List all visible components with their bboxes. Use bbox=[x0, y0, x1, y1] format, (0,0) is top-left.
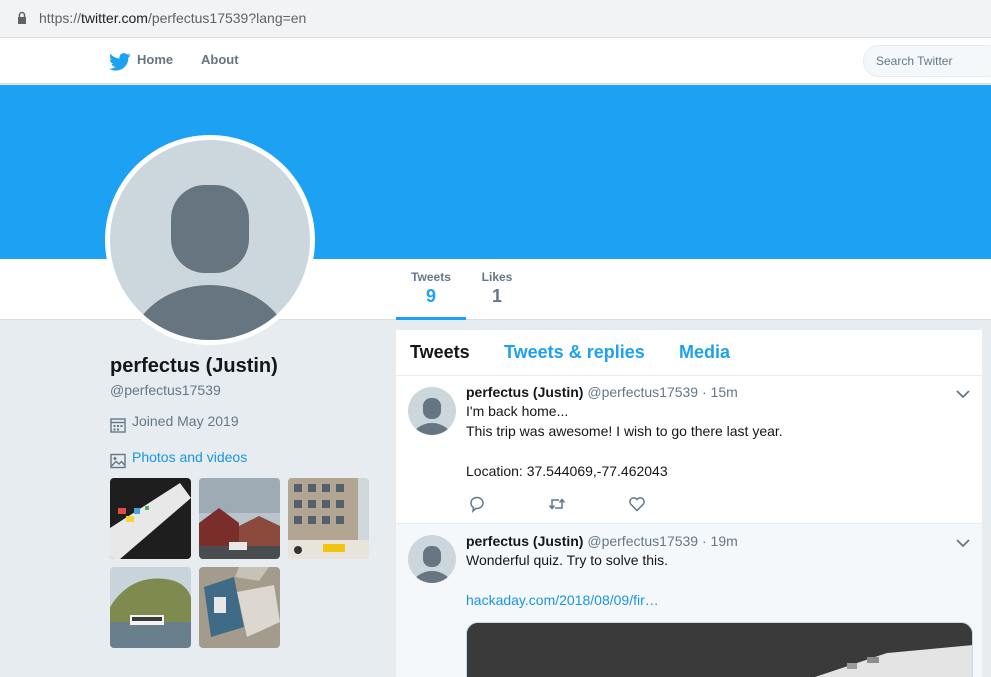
search-input[interactable]: Search Twitter bbox=[863, 45, 991, 77]
tweet-media-image[interactable] bbox=[466, 622, 973, 677]
tweet-author-handle[interactable]: @perfectus17539 bbox=[587, 533, 698, 549]
tweet-avatar[interactable] bbox=[408, 387, 456, 435]
stat-likes-value: 1 bbox=[491, 286, 502, 306]
joined-date: Joined May 2019 bbox=[132, 413, 239, 429]
tweet-header: perfectus (Justin) @perfectus17539 · 19m bbox=[466, 533, 738, 549]
url-path: /perfectus17539?lang=en bbox=[147, 10, 307, 26]
tweet-header: perfectus (Justin) @perfectus17539 · 15m bbox=[466, 384, 738, 400]
tweet-text: I'm back home... This trip was awesome! … bbox=[466, 403, 783, 479]
profile-avatar[interactable] bbox=[105, 135, 315, 345]
profile-handle[interactable]: @perfectus17539 bbox=[110, 382, 221, 398]
tweet-author-handle[interactable]: @perfectus17539 bbox=[587, 384, 698, 400]
stat-likes[interactable]: Likes 1 bbox=[470, 270, 524, 307]
tab-media[interactable]: Media bbox=[679, 342, 730, 363]
photos-videos-link[interactable]: Photos and videos bbox=[132, 449, 247, 465]
tweet-avatar[interactable] bbox=[408, 535, 456, 583]
tweet-item[interactable]: perfectus (Justin) @perfectus17539 · 15m… bbox=[396, 376, 982, 524]
top-nav: Home About Search Twitter bbox=[0, 38, 991, 84]
photo-thumbnail[interactable] bbox=[110, 478, 191, 559]
url-scheme: https:// bbox=[39, 10, 82, 26]
photo-thumbnail[interactable] bbox=[199, 567, 280, 648]
browser-url[interactable]: https://twitter.com/perfectus17539?lang=… bbox=[39, 10, 306, 26]
photo-thumbnail[interactable] bbox=[288, 478, 369, 559]
profile-name[interactable]: perfectus (Justin) bbox=[110, 355, 278, 378]
chevron-down-icon[interactable] bbox=[956, 389, 970, 399]
timeline: Tweets Tweets & replies Media perfectus … bbox=[396, 330, 982, 677]
calendar-icon bbox=[110, 418, 126, 433]
stat-tweets-label: Tweets bbox=[411, 270, 451, 284]
url-host: twitter.com bbox=[81, 10, 148, 26]
chevron-down-icon[interactable] bbox=[956, 538, 970, 548]
tweet-author-name[interactable]: perfectus (Justin) bbox=[466, 384, 583, 400]
photo-thumbnail[interactable] bbox=[110, 567, 191, 648]
tweet-item[interactable]: perfectus (Justin) @perfectus17539 · 19m… bbox=[396, 524, 982, 677]
default-avatar-icon bbox=[129, 185, 291, 340]
photo-thumbnail[interactable] bbox=[199, 478, 280, 559]
photo-icon bbox=[110, 453, 126, 469]
reply-icon[interactable] bbox=[468, 495, 486, 513]
tab-tweets[interactable]: Tweets bbox=[410, 342, 470, 363]
twitter-bird-icon[interactable] bbox=[109, 53, 131, 71]
retweet-icon[interactable] bbox=[548, 495, 566, 513]
browser-url-bar[interactable]: https://twitter.com/perfectus17539?lang=… bbox=[0, 0, 991, 38]
tweet-author-name[interactable]: perfectus (Justin) bbox=[466, 533, 583, 549]
like-icon[interactable] bbox=[628, 495, 646, 513]
lock-icon bbox=[18, 11, 26, 24]
tweet-link[interactable]: hackaday.com/2018/08/09/fir… bbox=[466, 590, 659, 610]
tweet-text: Wonderful quiz. Try to solve this. bbox=[466, 552, 669, 568]
nav-home-link[interactable]: Home bbox=[137, 52, 173, 67]
stat-likes-label: Likes bbox=[481, 270, 513, 284]
stat-tweets-value: 9 bbox=[425, 286, 436, 306]
tweet-time[interactable]: · 15m bbox=[702, 384, 738, 400]
nav-about-link[interactable]: About bbox=[201, 52, 239, 67]
tweet-time[interactable]: · 19m bbox=[702, 533, 738, 549]
timeline-tabs: Tweets Tweets & replies Media bbox=[396, 330, 982, 376]
tab-tweets-replies[interactable]: Tweets & replies bbox=[504, 342, 645, 363]
default-avatar-icon bbox=[412, 546, 452, 583]
default-avatar-icon bbox=[412, 398, 452, 435]
stat-tweets[interactable]: Tweets 9 bbox=[396, 270, 466, 320]
